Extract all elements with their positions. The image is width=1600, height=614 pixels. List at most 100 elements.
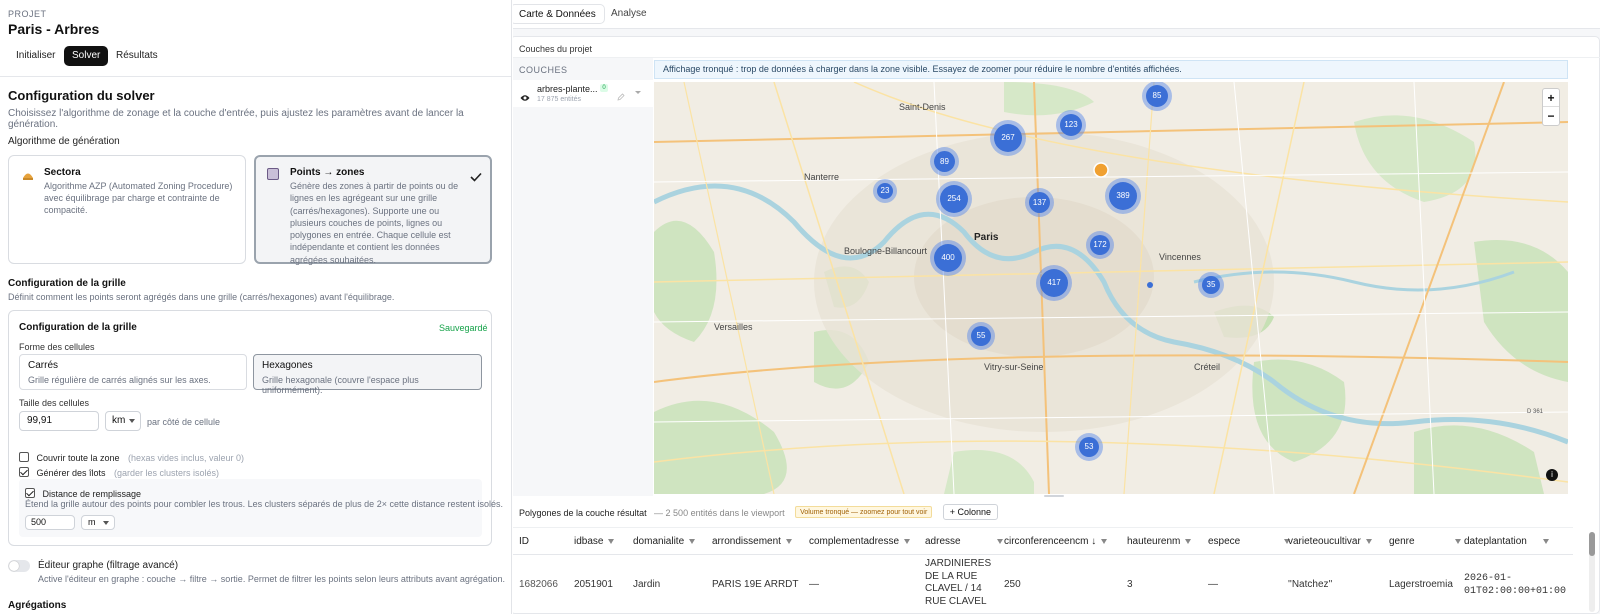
divider [0,76,511,77]
algo-card-sectora[interactable]: Sectora Algorithme AZP (Automated Zoning… [8,155,246,264]
cluster-marker[interactable]: 85 [1146,85,1168,107]
step-solver[interactable]: Solver [64,46,109,66]
cover-zone-option[interactable]: Couvrir toute la zone (hexas vides inclu… [19,448,245,463]
col-header-dateplantation[interactable]: dateplantation [1464,528,1549,556]
filter-icon[interactable] [1365,538,1372,544]
scrollbar-thumb[interactable] [1589,532,1595,556]
col-header-circonference[interactable]: circonferenceencm ↓ [1004,528,1108,556]
cluster-marker[interactable]: 35 [1202,276,1220,294]
islands-option[interactable]: Générer des îlots (garder les clusters i… [19,463,219,478]
cluster-marker[interactable]: 89 [934,151,955,172]
info-icon[interactable]: i [1546,469,1558,481]
shape-option-hexagons[interactable]: Hexagones Grille hexagonale (couvre l'es… [253,354,482,395]
cluster-marker[interactable]: 254 [940,185,968,213]
fill-distance-checkbox[interactable] [25,487,35,498]
cell-adresse: JARDINIERES DE LA RUE CLAVEL / 14 RUE CL… [925,558,991,608]
cluster-marker[interactable]: 123 [1060,114,1082,136]
cover-zone-checkbox[interactable] [19,451,29,462]
col-label: ID [519,536,529,547]
cluster-marker[interactable]: 417 [1040,269,1068,297]
zoom-out-button[interactable]: − [1543,107,1559,125]
cluster-marker[interactable]: 137 [1029,192,1050,213]
table-row[interactable]: 1682066 2051901 Jardin PARIS 19E ARRDT —… [513,556,1573,614]
step-initialiser[interactable]: Initialiser [8,46,63,66]
add-column-button[interactable]: + Colonne [942,504,999,520]
table-scrollbar[interactable] [1589,532,1595,612]
filter-icon[interactable] [1185,538,1192,544]
project-title: Paris - Arbres [8,21,100,37]
table-header: ID idbase domanialite arrondissement com… [513,527,1573,555]
check-icon [470,169,482,182]
shape-option-squares[interactable]: Carrés Grille régulière de carrés aligné… [19,354,247,390]
cell-line: 2026-01- [1464,573,1513,584]
cluster-marker[interactable]: 55 [971,326,991,346]
filter-icon[interactable] [785,538,792,544]
fill-desc: Étend la grille autour des points pour c… [25,499,504,509]
aggregations-title: Agrégations [8,600,67,611]
step-resultats[interactable]: Résultats [108,46,166,66]
filter-icon[interactable] [608,538,615,544]
col-header-idbase[interactable]: idbase [574,528,615,556]
filter-icon[interactable] [1542,538,1549,544]
unit-value: km [112,415,126,426]
grid-card-title: Configuration de la grille [19,322,137,333]
col-label: adresse [925,536,961,547]
col-header-adresse[interactable]: adresse [925,528,1003,556]
col-label: arrondissement [712,536,781,547]
filter-icon[interactable] [996,538,1003,544]
layers-panel-title: Couches du projet [519,44,593,54]
cluster-marker[interactable]: 400 [934,244,962,272]
grid-icon [267,168,279,180]
col-label: espece [1208,536,1241,547]
cell-size-unit-select[interactable]: km [105,411,141,431]
cluster-marker[interactable]: 389 [1109,182,1137,210]
col-header-espece[interactable]: espece [1208,528,1291,556]
filter-icon[interactable] [904,538,911,544]
col-header-arrondissement[interactable]: arrondissement [712,528,792,556]
unit-value: m [88,517,96,527]
filter-icon[interactable] [689,538,696,544]
algo-label: Algorithme de génération [8,136,120,147]
zoom-controls: + − [1542,88,1560,126]
algo-desc: Génère des zones à partir de points ou d… [290,181,459,265]
tab-carte-donnees[interactable]: Carte & Données [513,4,605,24]
col-header-domanialite[interactable]: domanialite [633,528,696,556]
col-header-id[interactable]: ID [519,528,529,556]
col-label: domanialite [633,536,685,547]
cell-line: DE LA RUE [925,570,978,582]
filter-icon[interactable] [1101,538,1108,544]
table-toolbar: Polygones de la couche résultat — 2 500 … [519,504,999,520]
col-header-complementadresse[interactable]: complementadresse [809,528,911,556]
layer-item[interactable]: arbres-plante... 0 17 875 entités [513,80,653,107]
map-canvas[interactable]: Paris Boulogne-Billancourt Saint-Denis V… [654,82,1568,494]
col-header-hauteurenm[interactable]: hauteurenm [1127,528,1192,556]
chevron-down-icon [129,419,135,423]
cluster-marker[interactable]: 267 [994,124,1022,152]
filter-icon[interactable] [1454,538,1461,544]
algo-card-points-zones[interactable]: Points → zones Génère des zones à partir… [254,155,492,265]
fill-unit-select[interactable]: m [81,515,115,530]
chevron-down-icon[interactable] [635,91,641,94]
resize-handle[interactable] [1044,495,1064,497]
graph-editor-toggle[interactable] [8,560,30,572]
cluster-marker[interactable]: 172 [1090,235,1110,255]
col-label: dateplantation [1464,536,1527,547]
islands-label: Générer des îlots [36,468,106,478]
shape-desc: Grille hexagonale (couvre l'espace plus … [262,375,419,395]
fill-distance-input[interactable]: 500 [25,515,75,530]
tab-analyse[interactable]: Analyse [603,4,655,24]
col-header-genre[interactable]: genre [1389,528,1461,556]
pencil-icon[interactable] [617,88,625,101]
truncation-warning: Affichage tronqué : trop de données à ch… [654,60,1568,79]
cluster-marker[interactable]: 23 [877,183,893,199]
eye-icon[interactable] [520,89,530,101]
cluster-marker[interactable]: 53 [1079,437,1099,457]
sectora-icon [21,168,35,182]
shape-label: Forme des cellules [19,342,95,352]
saved-status: Sauvegardé [439,323,488,333]
cover-hint: (hexas vides inclus, valeur 0) [127,453,245,463]
islands-checkbox[interactable] [19,466,29,477]
col-header-varieteoucultivar[interactable]: varieteoucultivar [1288,528,1372,556]
zoom-in-button[interactable]: + [1543,89,1559,107]
cell-size-input[interactable]: 99,91 [19,411,99,431]
